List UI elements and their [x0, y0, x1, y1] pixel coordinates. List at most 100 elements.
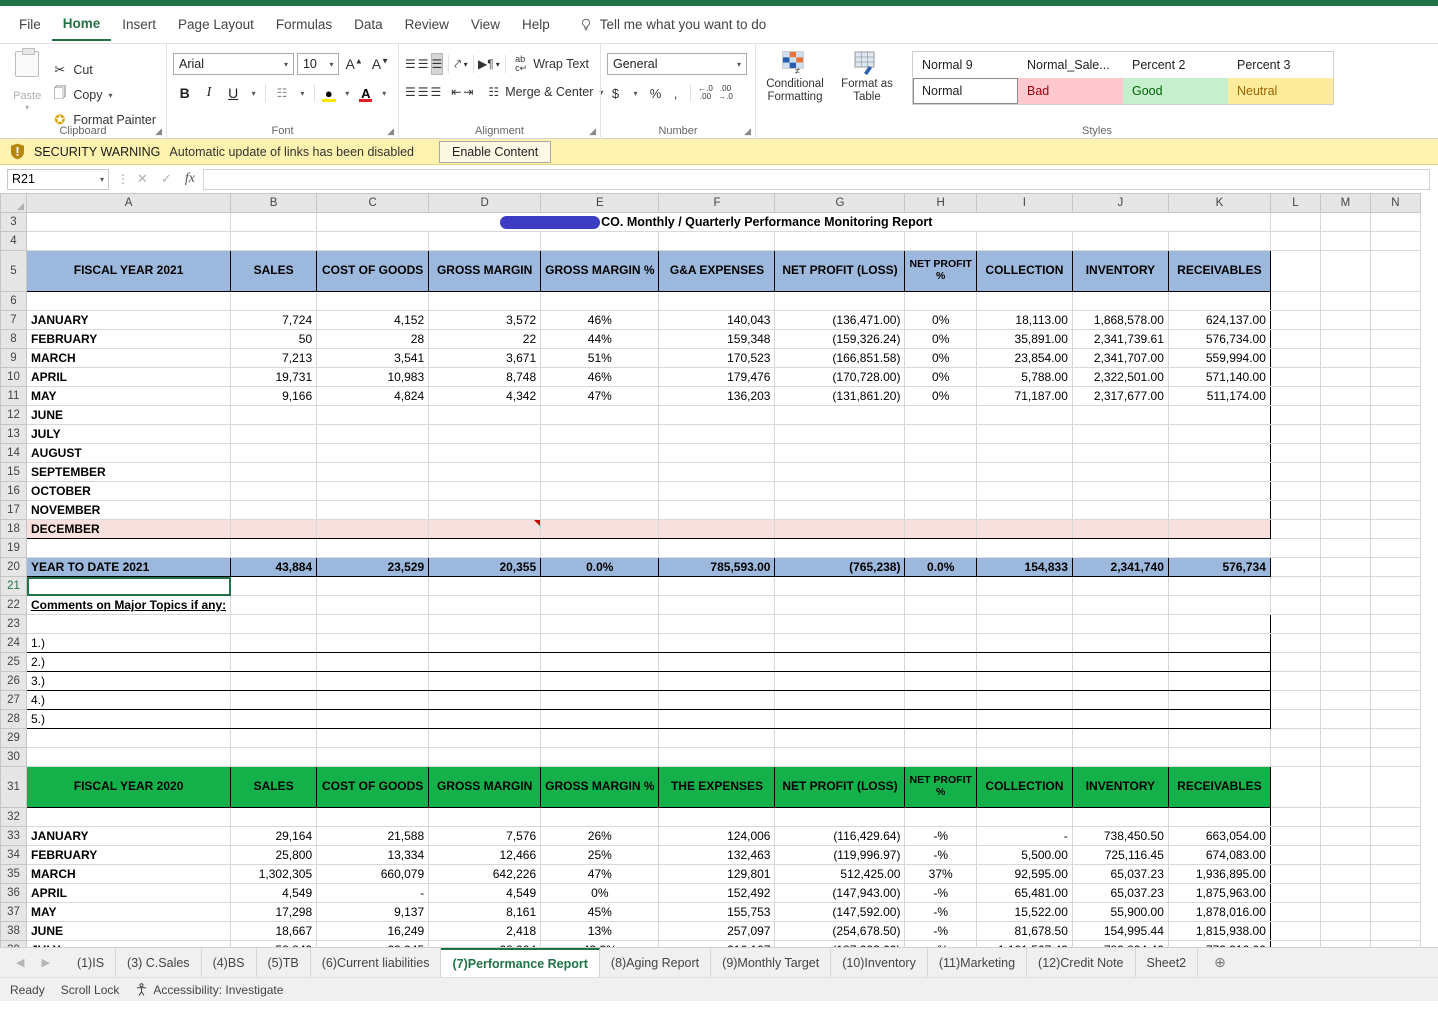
grid-cell[interactable] — [774, 633, 906, 653]
column-header-g[interactable]: G — [774, 193, 906, 213]
column-header-j[interactable]: J — [1071, 193, 1169, 213]
data-cell-gmp[interactable] — [540, 443, 660, 463]
data-cell-collection[interactable]: 15,522.00 — [976, 902, 1073, 922]
grid-cell[interactable] — [428, 807, 542, 827]
header-cell-2021-10[interactable]: RECEIVABLES — [1167, 250, 1271, 292]
grid-cell[interactable] — [1370, 500, 1421, 520]
grid-cell[interactable] — [1072, 614, 1169, 634]
grid-cell[interactable] — [1270, 443, 1321, 463]
ytd-cell-gm[interactable]: 20,355 — [428, 557, 542, 577]
header-cell-2021-0[interactable]: FISCAL YEAR 2021 — [25, 250, 232, 292]
month-label-cell[interactable]: DECEMBER — [25, 519, 232, 539]
data-cell-collection[interactable]: 92,595.00 — [976, 864, 1073, 884]
grid-cell[interactable] — [774, 652, 906, 672]
month-label-cell[interactable]: MARCH — [25, 348, 232, 368]
data-cell-cogs[interactable]: 13,334 — [316, 845, 430, 865]
grid-cell[interactable] — [1270, 652, 1321, 672]
grid-cell[interactable] — [1370, 443, 1421, 463]
grid-cell[interactable] — [1370, 652, 1421, 672]
grid-cell[interactable] — [1270, 883, 1321, 903]
grid-cell[interactable] — [976, 807, 1073, 827]
grid-cell[interactable] — [1270, 291, 1321, 311]
data-cell-ga[interactable]: 170,523 — [658, 348, 776, 368]
grid-cell[interactable] — [774, 709, 906, 729]
grid-cell[interactable] — [1370, 709, 1421, 729]
data-cell-ga[interactable]: 216,107 — [658, 940, 776, 947]
row-header-24[interactable]: 24 — [0, 633, 27, 653]
grid-cell[interactable] — [1168, 709, 1271, 729]
data-cell-ga[interactable]: 140,043 — [658, 310, 776, 330]
grid-cell[interactable] — [1168, 231, 1271, 251]
header-cell-2020-7[interactable]: NET PROFIT% — [904, 766, 977, 808]
month-label-cell[interactable]: APRIL — [25, 367, 232, 387]
data-cell-gmp[interactable] — [540, 481, 660, 501]
data-cell-np[interactable]: (166,851.58) — [774, 348, 906, 368]
grid-cell[interactable] — [1270, 424, 1321, 444]
sheet-tab[interactable]: (9)Monthly Target — [711, 948, 832, 977]
data-cell-gm[interactable]: 22 — [428, 329, 542, 349]
data-cell-npp[interactable]: -% — [904, 883, 977, 903]
name-box[interactable]: R21 ▾ — [7, 168, 109, 190]
grid-cell[interactable] — [1270, 940, 1321, 947]
comment-line-4[interactable]: 4.) — [25, 690, 232, 710]
wrap-text-button[interactable]: ab c↵ Wrap Text — [510, 53, 594, 75]
grid-cell[interactable] — [428, 747, 542, 767]
grid-cell[interactable] — [1370, 807, 1421, 827]
data-cell-gmp[interactable]: 26% — [540, 826, 660, 846]
sheet-nav-arrows[interactable]: ◀ ▶ — [0, 948, 66, 977]
grid-cell[interactable] — [1370, 329, 1421, 349]
increase-decimal-button[interactable]: ←.0.00 — [697, 83, 714, 103]
data-cell-sales[interactable]: 7,213 — [230, 348, 318, 368]
row-header-16[interactable]: 16 — [0, 481, 27, 501]
sheet-tab[interactable]: (6)Current liabilities — [310, 948, 442, 977]
grid-cell[interactable] — [1370, 367, 1421, 387]
sheet-tab[interactable]: (12)Credit Note — [1027, 948, 1136, 977]
align-middle-button[interactable]: ☰ — [418, 53, 429, 75]
header-cell-2020-0[interactable]: FISCAL YEAR 2020 — [25, 766, 232, 808]
conditional-formatting-button[interactable]: ≠ Conditional Formatting — [762, 51, 828, 104]
grid-cell[interactable] — [904, 538, 977, 558]
grid-cell[interactable] — [976, 690, 1073, 710]
data-cell-collection[interactable]: 71,187.00 — [976, 386, 1073, 406]
row-header-17[interactable]: 17 — [0, 500, 27, 520]
grid-cell[interactable] — [428, 709, 542, 729]
grid-cell[interactable] — [1320, 500, 1371, 520]
percent-format-button[interactable]: % — [647, 83, 664, 103]
grid-cell[interactable] — [428, 652, 542, 672]
grid-cell[interactable] — [1320, 826, 1371, 846]
grid-cell[interactable] — [1370, 348, 1421, 368]
data-cell-receivables[interactable] — [1168, 462, 1271, 482]
grid-cell[interactable] — [316, 807, 430, 827]
grid-cell[interactable] — [1270, 614, 1321, 634]
grid-cell[interactable] — [1270, 310, 1321, 330]
grid-cell[interactable] — [1320, 902, 1371, 922]
grid-cell[interactable] — [1370, 633, 1421, 653]
selected-cell[interactable] — [26, 576, 232, 596]
spreadsheet-grid[interactable]: mostaql ABCDEFGHIJKLMN3CO. Monthly / Qua… — [0, 193, 1438, 947]
grid-cell[interactable] — [658, 231, 776, 251]
data-cell-np[interactable] — [774, 500, 906, 520]
data-cell-inventory[interactable]: 738,450.50 — [1072, 826, 1169, 846]
grid-cell[interactable] — [1320, 921, 1371, 941]
grid-cell[interactable] — [976, 576, 1073, 596]
comment-line-3[interactable]: 3.) — [25, 671, 232, 691]
grid-cell[interactable] — [316, 690, 430, 710]
increase-indent-button[interactable]: ⇥ — [463, 81, 473, 103]
ytd-cell-np[interactable]: (765,238) — [774, 557, 906, 577]
column-header-a[interactable]: A — [25, 193, 232, 213]
grid-cell[interactable] — [1168, 807, 1271, 827]
grid-cell[interactable] — [428, 614, 542, 634]
ytd-cell-month[interactable]: YEAR TO DATE 2021 — [25, 557, 232, 577]
cut-button[interactable]: ✂ Cut — [48, 59, 160, 81]
month-label-cell[interactable]: FEBRUARY — [25, 845, 232, 865]
grid-cell[interactable] — [904, 595, 977, 615]
copy-button[interactable]: 🗍 Copy ▾ — [48, 81, 160, 109]
chevron-down-icon[interactable]: ▾ — [100, 175, 104, 184]
data-cell-npp[interactable]: 0% — [904, 329, 977, 349]
enable-content-button[interactable]: Enable Content — [439, 140, 552, 163]
row-header-4[interactable]: 4 — [0, 231, 27, 251]
data-cell-np[interactable]: (116,429.64) — [774, 826, 906, 846]
data-cell-ga[interactable]: 155,753 — [658, 902, 776, 922]
grid-cell[interactable] — [658, 807, 776, 827]
data-cell-receivables[interactable] — [1168, 405, 1271, 425]
